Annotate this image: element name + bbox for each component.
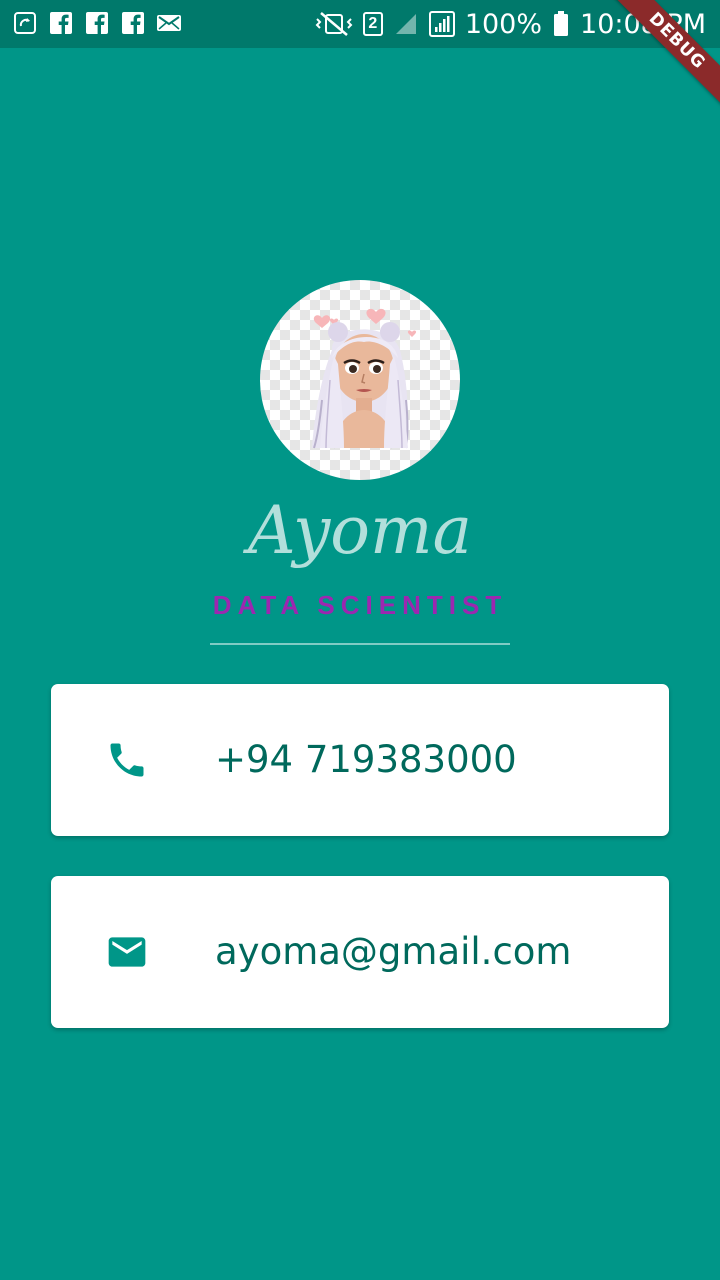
divider	[210, 643, 510, 645]
mute-vibrate-icon	[315, 11, 353, 37]
battery-icon	[552, 11, 570, 37]
notification-icons	[12, 10, 182, 36]
phone-number: +94 719383000	[215, 738, 517, 781]
avatar[interactable]	[260, 280, 460, 480]
signal-icon	[393, 11, 419, 37]
sync-icon	[12, 10, 38, 36]
phone-icon	[105, 738, 149, 782]
phone-card[interactable]: +94 719383000	[51, 684, 669, 836]
facebook-icon	[120, 10, 146, 36]
profile-name: Ayoma	[248, 492, 472, 569]
cartoon-girl-avatar-icon	[312, 308, 417, 449]
email-icon	[105, 930, 149, 974]
email-card[interactable]: ayoma@gmail.com	[51, 876, 669, 1028]
sim-2-icon: 2	[362, 12, 383, 36]
profile-title: DATA SCIENTIST	[212, 590, 508, 620]
facebook-icon	[48, 10, 74, 36]
email-address: ayoma@gmail.com	[215, 930, 572, 973]
mail-icon	[156, 10, 182, 36]
battery-percent: 100%	[464, 8, 543, 40]
facebook-icon	[84, 10, 110, 36]
signal-bars-icon	[428, 11, 455, 37]
business-card-screen: 2 100% 10:08 PM DEBUG Ayoma DATA SCIENTI…	[0, 0, 720, 1280]
status-bar: 2 100% 10:08 PM	[0, 0, 720, 48]
